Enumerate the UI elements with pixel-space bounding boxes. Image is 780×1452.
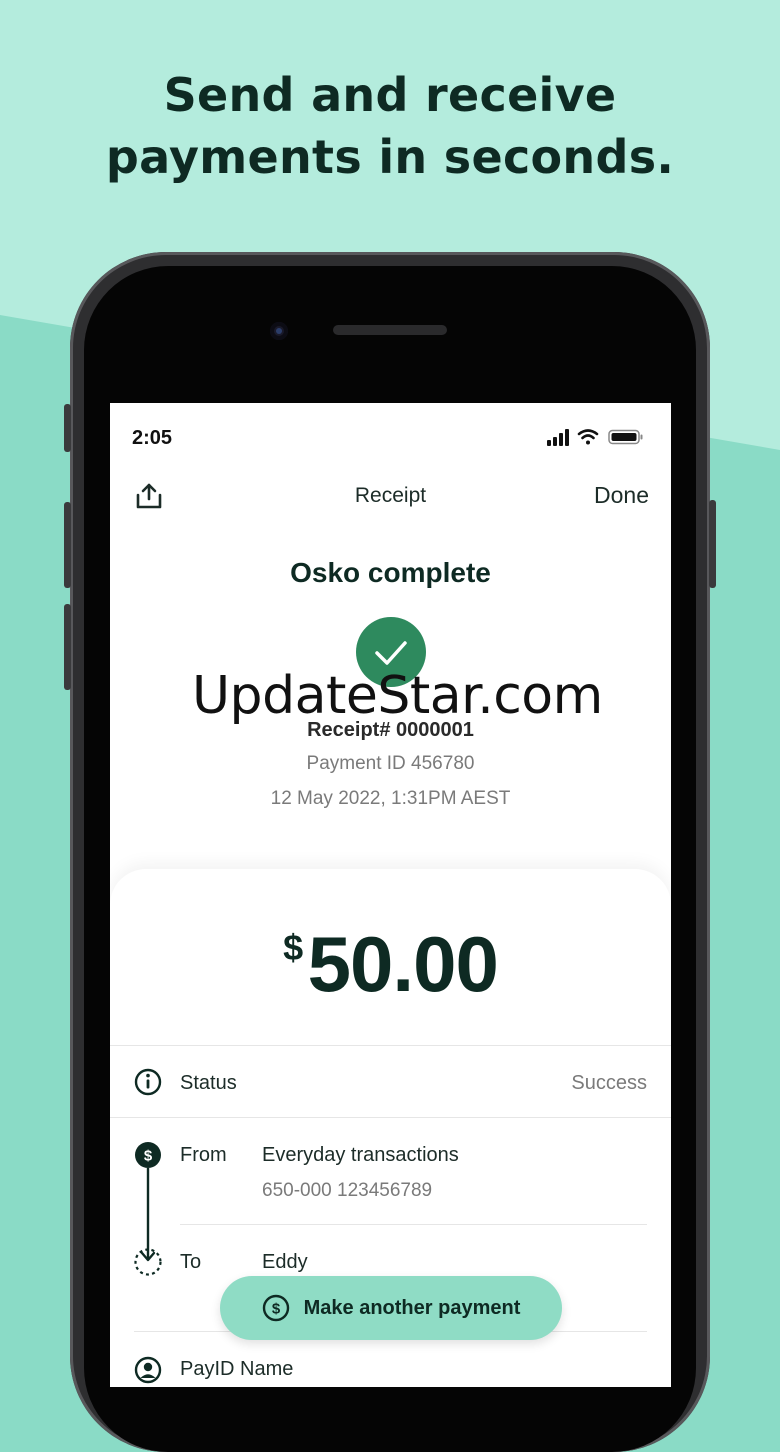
make-another-payment-label: Make another payment: [303, 1296, 521, 1319]
receipt-title: Osko complete: [290, 557, 491, 588]
from-account-name: Everyday transactions: [262, 1144, 459, 1166]
svg-text:$: $: [144, 1148, 153, 1165]
info-icon: [134, 1068, 162, 1096]
watermark: UpdateStar.com: [192, 666, 603, 726]
divider: [110, 1045, 671, 1046]
battery-icon: [608, 429, 643, 445]
mute-switch: [64, 404, 71, 452]
status-icons: [547, 429, 643, 446]
earpiece-speaker: [333, 325, 447, 335]
payment-date: 12 May 2022, 1:31PM AEST: [270, 788, 511, 809]
amount: $ 50.00: [110, 919, 671, 1010]
svg-text:$: $: [271, 1301, 280, 1318]
power-button: [709, 500, 716, 588]
headline-line-1: Send and receive: [163, 68, 617, 122]
person-icon: [134, 1356, 162, 1384]
to-label: To: [180, 1251, 202, 1273]
wifi-icon: [577, 429, 599, 445]
to-name: Eddy: [262, 1251, 308, 1273]
make-another-payment-button[interactable]: $ Make another payment: [220, 1276, 562, 1340]
status-label: Status: [180, 1072, 237, 1094]
dollar-circle-icon: $: [262, 1294, 289, 1322]
status-time: 2:05: [132, 427, 173, 449]
done-button[interactable]: Done: [594, 482, 649, 509]
from-label: From: [180, 1144, 227, 1166]
volume-up-button: [64, 502, 71, 588]
transfer-timeline: $: [134, 1142, 162, 1276]
front-camera: [270, 322, 288, 340]
volume-down-button: [64, 604, 71, 690]
headline: Send and receive payments in seconds.: [0, 64, 780, 188]
status-value: Success: [571, 1072, 647, 1094]
from-account-number: 650-000 123456789: [262, 1180, 433, 1201]
amount-value: 50.00: [307, 920, 499, 1008]
headline-line-2: payments in seconds.: [105, 130, 675, 184]
receipt-number: Receipt# 0000001: [307, 719, 474, 741]
app-screen: 2:05 Receipt Done Osko complete UpdateSt…: [110, 403, 671, 1387]
payid-label: PayID Name: [180, 1358, 294, 1380]
divider: [110, 1117, 671, 1118]
amount-currency: $: [283, 927, 304, 968]
nav-title: Receipt: [354, 484, 427, 507]
payment-id: Payment ID 456780: [306, 753, 475, 774]
cellular-signal-icon: [547, 429, 569, 446]
divider: [180, 1224, 647, 1225]
